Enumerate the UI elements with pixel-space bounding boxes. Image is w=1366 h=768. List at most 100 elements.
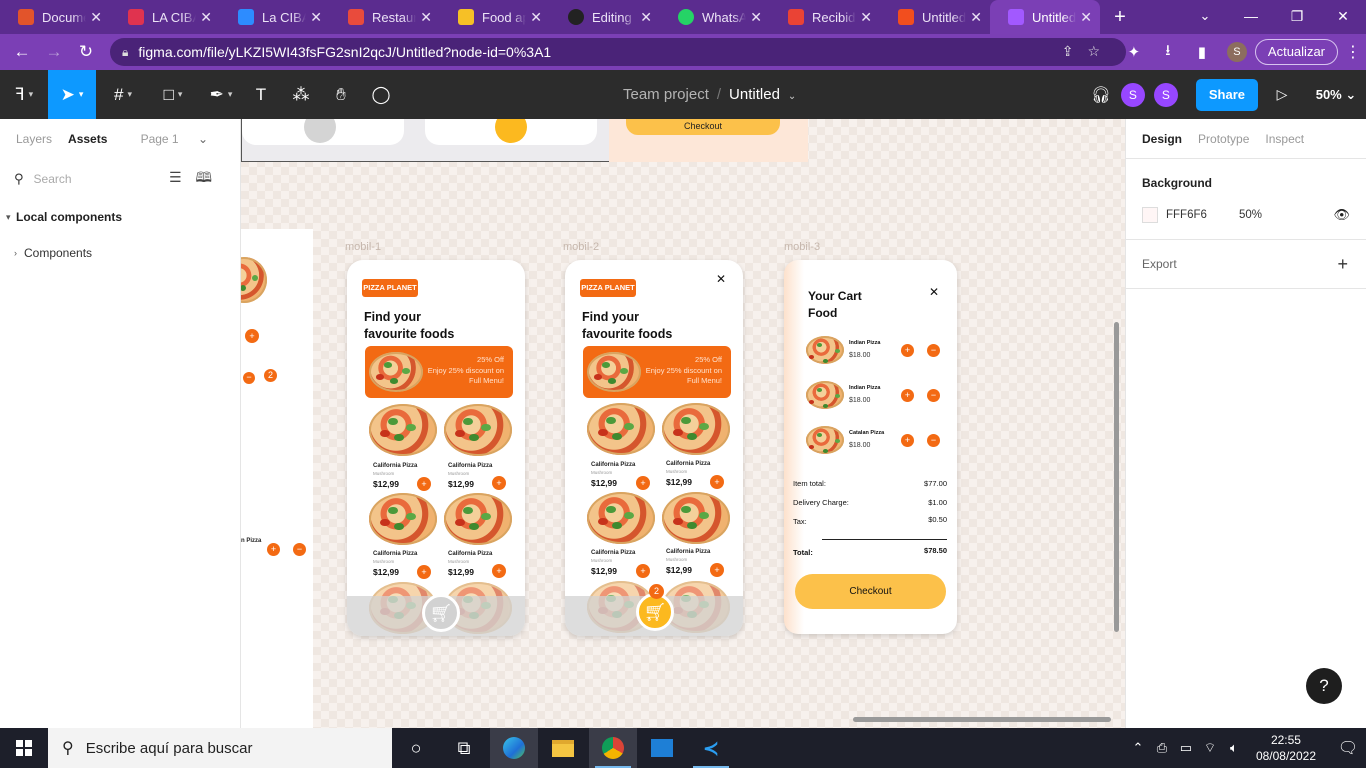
page-selector[interactable]: Page 1 ⌄ xyxy=(141,132,208,146)
frame-tool-icon[interactable]: # ▾ xyxy=(100,70,146,119)
add-to-cart-icon[interactable]: + xyxy=(417,477,431,491)
checkout-button[interactable]: Checkout xyxy=(795,574,946,609)
decrease-icon[interactable]: − xyxy=(927,389,940,402)
local-components-section[interactable]: ▾ Local components xyxy=(0,199,240,235)
eye-icon[interactable]: 👁︎ xyxy=(1333,207,1350,223)
tab-prototype[interactable]: Prototype xyxy=(1198,132,1249,146)
browser-tab[interactable]: Untitled ✕ xyxy=(880,0,990,34)
network-icon[interactable]: ⌔ xyxy=(1198,740,1222,756)
cortana-icon[interactable]: ○ xyxy=(392,728,440,768)
pen-tool-icon[interactable]: ✒ ▾ xyxy=(198,70,244,119)
close-icon[interactable]: ✕ xyxy=(716,272,726,286)
add-to-cart-icon[interactable]: + xyxy=(636,476,650,490)
bg-hex-input[interactable]: FFF6F6 xyxy=(1166,209,1239,221)
headphones-icon[interactable]: 🎧︎ xyxy=(1081,85,1121,105)
checkout-button[interactable]: Checkout xyxy=(626,119,780,135)
frame-label[interactable]: mobil-3 xyxy=(784,241,820,253)
close-tab-icon[interactable]: ✕ xyxy=(310,9,322,26)
increase-icon[interactable]: + xyxy=(901,389,914,402)
browser-tab[interactable]: WhatsAp✕ xyxy=(660,0,770,34)
share-button[interactable]: Share xyxy=(1195,78,1258,111)
task-view-icon[interactable]: ⧉ xyxy=(440,728,488,768)
close-tab-icon[interactable]: ✕ xyxy=(970,9,982,26)
add-to-cart-icon[interactable]: + xyxy=(710,563,724,577)
taskbar-search[interactable]: ⚲ Escribe aquí para buscar xyxy=(48,728,392,768)
download-icon[interactable]: ⭳ xyxy=(1151,40,1185,65)
browser-tab[interactable]: LA CIBA ✕ xyxy=(110,0,220,34)
decrease-icon[interactable]: − xyxy=(927,344,940,357)
browser-tab[interactable]: Recibido✕ xyxy=(770,0,880,34)
mobile-frame-2[interactable]: PIZZA PLANET ✕ Find your favourite foods… xyxy=(565,260,743,636)
close-tab-icon[interactable]: ✕ xyxy=(750,9,762,26)
figma-menu-icon[interactable]: ꟻ ▾ xyxy=(0,70,48,119)
close-tab-icon[interactable]: ✕ xyxy=(200,9,212,26)
forward-icon[interactable]: → xyxy=(38,42,70,62)
close-tab-icon[interactable]: ✕ xyxy=(860,9,872,26)
tab-inspect[interactable]: Inspect xyxy=(1265,132,1304,146)
chrome-icon[interactable] xyxy=(589,728,637,768)
back-icon[interactable]: ← xyxy=(6,42,38,62)
browser-tab[interactable]: Docume ✕ xyxy=(0,0,110,34)
move-tool-icon[interactable]: ➤ ▾ xyxy=(48,70,96,119)
top-frame-partial[interactable]: Checkout xyxy=(241,119,808,162)
add-to-cart-icon[interactable]: + xyxy=(492,564,506,578)
close-tab-icon[interactable]: ✕ xyxy=(420,9,432,26)
left-frame-partial[interactable]: + − 2 n Pizza + − xyxy=(241,229,313,728)
restore-icon[interactable]: ❐ xyxy=(1274,0,1320,34)
browser-tab[interactable]: La CIBA ✕ xyxy=(220,0,330,34)
add-to-cart-icon[interactable]: + xyxy=(636,564,650,578)
profile-avatar[interactable]: S xyxy=(1226,42,1247,62)
browser-tab[interactable]: Food ap ✕ xyxy=(440,0,550,34)
browser-tab[interactable]: Restaura✕ xyxy=(330,0,440,34)
mobile-frame-cart[interactable]: Your Cart Food ✕ Indian Pizza $18.00 + −… xyxy=(784,260,957,634)
meet-now-icon[interactable]: ⎙ xyxy=(1150,740,1174,756)
close-icon[interactable]: ✕ xyxy=(929,285,939,299)
close-tab-icon[interactable]: ✕ xyxy=(1080,9,1092,26)
resources-tool-icon[interactable]: ⁂ xyxy=(286,70,316,119)
url-text[interactable]: figma.com/file/yLKZI5WI43fsFG2snI2qcJ/Un… xyxy=(138,44,551,60)
taskbar-search-input[interactable]: Escribe aquí para buscar xyxy=(86,740,253,757)
increase-icon[interactable]: + xyxy=(901,434,914,447)
update-button[interactable]: Actualizar xyxy=(1254,39,1338,65)
battery-icon[interactable]: ▭ xyxy=(1174,740,1198,756)
edge-icon[interactable] xyxy=(490,728,538,768)
cart-button-icon[interactable]: 🛒︎ xyxy=(422,594,460,632)
chevron-down-icon[interactable]: ⌄ xyxy=(788,91,796,102)
tab-layers[interactable]: Layers xyxy=(16,132,52,146)
collaborator-avatar[interactable]: S xyxy=(1120,82,1145,107)
chevron-up-icon[interactable]: ⌃ xyxy=(1126,740,1150,756)
video-editor-icon[interactable] xyxy=(638,728,686,768)
tab-assets[interactable]: Assets xyxy=(68,132,107,146)
add-to-cart-icon[interactable]: + xyxy=(710,475,724,489)
frame-label[interactable]: mobil-1 xyxy=(345,241,381,253)
clock[interactable]: 22:55 08/08/2022 xyxy=(1256,732,1316,764)
help-button[interactable]: ? xyxy=(1306,668,1342,704)
sidepanel-icon[interactable]: ▮ xyxy=(1185,43,1219,61)
increase-icon[interactable]: + xyxy=(901,344,914,357)
text-tool-icon[interactable]: T xyxy=(246,70,276,119)
minimize-icon[interactable]: — xyxy=(1228,0,1274,34)
file-explorer-icon[interactable] xyxy=(539,728,587,768)
start-button[interactable] xyxy=(0,728,48,768)
close-window-icon[interactable]: ✕ xyxy=(1320,0,1366,34)
mobile-frame-1[interactable]: PIZZA PLANET Find your favourite foods 2… xyxy=(347,260,525,636)
vscode-icon[interactable]: ≺ xyxy=(687,728,735,768)
decrease-icon[interactable]: − xyxy=(927,434,940,447)
add-export-icon[interactable]: + xyxy=(1337,254,1348,275)
assets-search[interactable]: ⚲ Search ☰🕮 xyxy=(0,159,240,199)
horizontal-scrollbar[interactable] xyxy=(853,717,1111,722)
tab-design[interactable]: Design xyxy=(1142,132,1182,146)
browser-tab[interactable]: Editing r ✕ xyxy=(550,0,660,34)
reload-icon[interactable]: ↻ xyxy=(70,42,102,62)
close-tab-icon[interactable]: ✕ xyxy=(640,9,652,26)
components-group[interactable]: › Components xyxy=(0,235,240,271)
list-book-icons[interactable]: ☰🕮 xyxy=(169,167,226,191)
collaborator-avatar[interactable]: S xyxy=(1153,82,1178,107)
close-tab-icon[interactable]: ✕ xyxy=(90,9,102,26)
notifications-icon[interactable]: 🗨︎ xyxy=(1330,738,1366,758)
comment-tool-icon[interactable]: ◯ xyxy=(366,70,396,119)
shape-tool-icon[interactable]: □ ▾ xyxy=(150,70,196,119)
extensions-icon[interactable]: ✦ xyxy=(1117,43,1151,61)
tab-search-chevron-icon[interactable]: ⌄ xyxy=(1190,0,1220,32)
present-icon[interactable]: ▷ xyxy=(1258,86,1306,103)
